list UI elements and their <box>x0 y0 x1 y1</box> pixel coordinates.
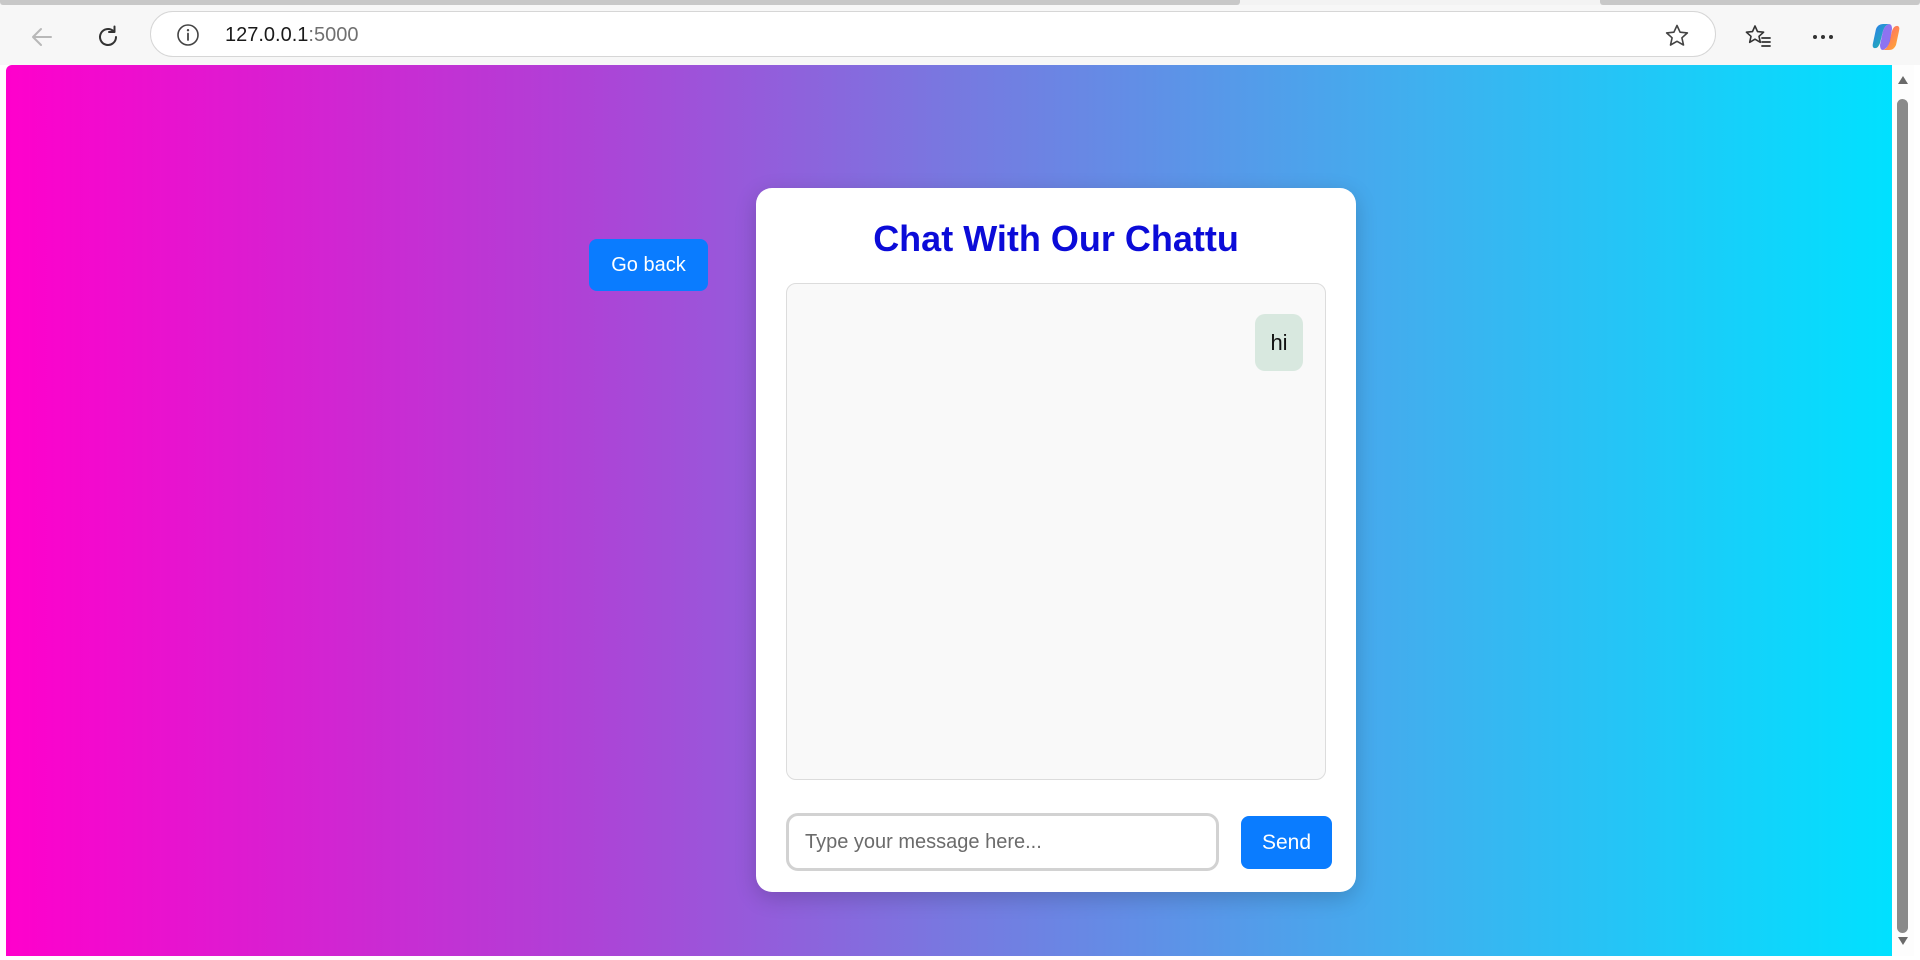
go-back-button[interactable]: Go back <box>589 239 708 291</box>
back-icon <box>32 28 52 46</box>
more-button[interactable] <box>1803 17 1843 57</box>
chat-messages[interactable]: hi <box>786 283 1326 780</box>
reload-icon <box>99 25 117 46</box>
page-scrollbar[interactable] <box>1892 65 1914 956</box>
message-input[interactable] <box>786 813 1219 871</box>
favorites-button[interactable] <box>1738 17 1778 57</box>
scroll-down-icon[interactable] <box>1896 934 1910 948</box>
more-icon <box>1813 35 1833 39</box>
url-port: :5000 <box>308 24 359 46</box>
url-text[interactable]: 127.0.0.1:5000 <box>225 24 358 47</box>
scroll-up-icon[interactable] <box>1896 73 1910 87</box>
page-viewport: Go back Chat With Our Chattu hi Send <box>6 65 1892 956</box>
copilot-button[interactable] <box>1866 17 1906 57</box>
address-bar[interactable]: 127.0.0.1:5000 <box>150 11 1716 57</box>
info-icon[interactable] <box>175 22 201 48</box>
user-message: hi <box>1255 314 1303 371</box>
url-host: 127.0.0.1 <box>225 24 309 46</box>
back-button[interactable] <box>22 17 62 57</box>
browser-toolbar: 127.0.0.1:5000 <box>0 5 1920 65</box>
copilot-icon <box>1872 24 1900 50</box>
chat-title: Chat With Our Chattu <box>873 218 1239 259</box>
star-icon[interactable] <box>1663 22 1691 50</box>
send-button[interactable]: Send <box>1241 816 1332 869</box>
reload-button[interactable] <box>88 17 128 57</box>
favorites-icon <box>1745 25 1771 47</box>
chat-card: Chat With Our Chattu hi Send <box>756 188 1356 892</box>
scrollbar-thumb[interactable] <box>1897 99 1908 933</box>
